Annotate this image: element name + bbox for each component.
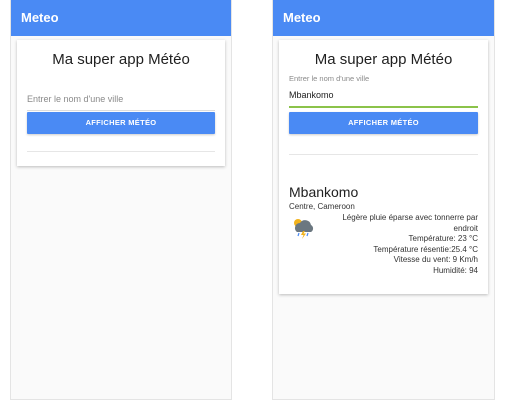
app-bar: Meteo — [11, 0, 231, 36]
city-region: Centre, Cameroon — [289, 202, 355, 211]
city-input-wrapper — [27, 88, 215, 111]
humidity: Humidité: 94 — [433, 265, 478, 275]
input-underline-focused — [289, 106, 478, 108]
search-card: Ma super app Météo AFFICHER MÉTÉO — [17, 40, 225, 166]
card-title: Ma super app Météo — [52, 51, 190, 68]
weather-result: Mbankomo Centre, Cameroon Légère pluie é… — [289, 184, 478, 276]
phone-screen-result: Meteo Ma super app Météo Entrer le nom d… — [272, 0, 495, 400]
city-input-wrapper: Entrer le nom d'une ville — [289, 74, 478, 110]
show-weather-button[interactable]: AFFICHER MÉTÉO — [289, 112, 478, 134]
wind-speed: Vitesse du vent: 9 Km/h — [393, 255, 478, 264]
weather-condition: Légère pluie éparse avec tonnerre par en… — [342, 213, 478, 233]
input-underline — [27, 110, 215, 111]
app-title: Meteo — [21, 10, 59, 25]
weather-card: Ma super app Météo Entrer le nom d'une v… — [279, 40, 488, 294]
temperature: Température: 23 °C — [408, 234, 478, 243]
city-input-label: Entrer le nom d'une ville — [289, 74, 370, 83]
city-input[interactable] — [27, 92, 215, 106]
divider — [27, 151, 215, 152]
weather-details-row: Légère pluie éparse avec tonnerre par en… — [289, 213, 478, 276]
feels-like-temperature: Température résentie:25.4 °C — [373, 244, 478, 254]
card-title: Ma super app Météo — [314, 51, 453, 68]
app-bar: Meteo — [273, 0, 494, 36]
show-weather-button[interactable]: AFFICHER MÉTÉO — [27, 112, 215, 134]
app-title: Meteo — [283, 10, 321, 25]
city-name: Mbankomo — [289, 184, 359, 200]
divider — [289, 154, 478, 155]
city-input[interactable] — [289, 88, 478, 102]
thunderstorm-icon — [291, 217, 317, 239]
phone-screen-empty: Meteo Ma super app Météo AFFICHER MÉTÉO — [10, 0, 232, 400]
weather-details: Légère pluie éparse avec tonnerre par en… — [289, 213, 478, 276]
